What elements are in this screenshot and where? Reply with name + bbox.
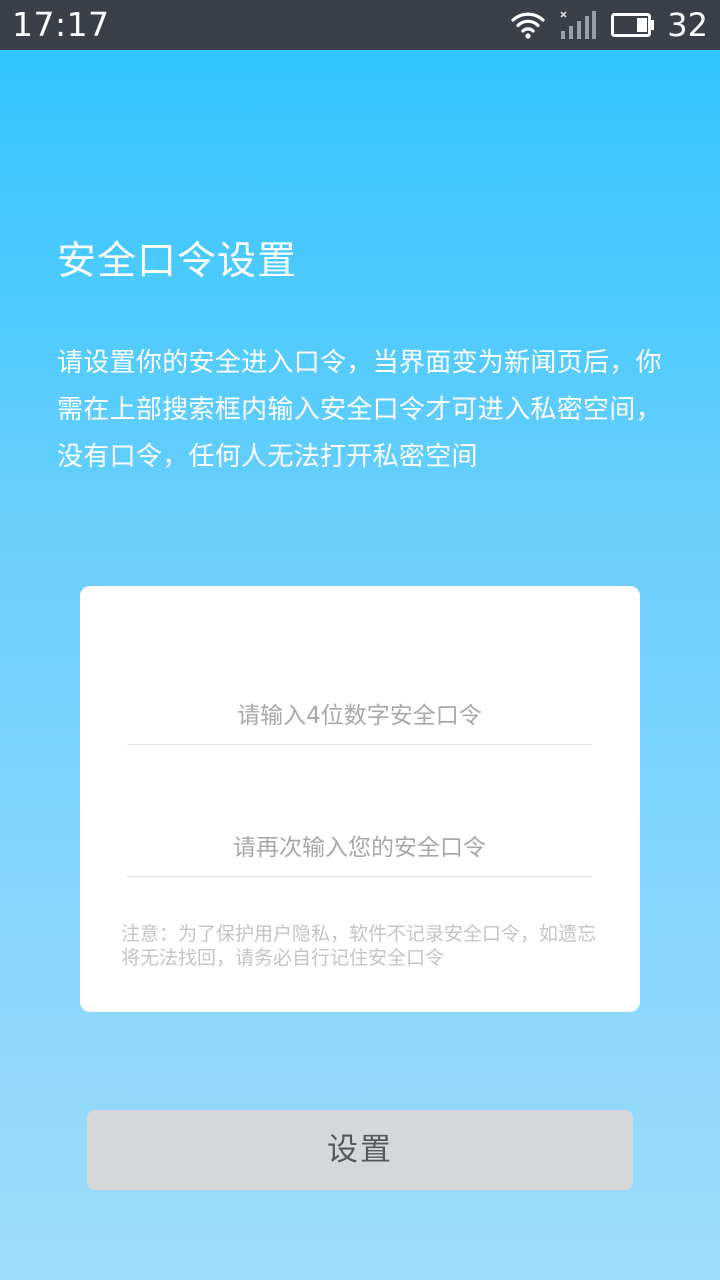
battery-level: 32 [667, 6, 708, 44]
battery-icon [611, 13, 655, 37]
password-field [127, 688, 592, 745]
page-description: 请设置你的安全进入口令，当界面变为新闻页后，你需在上部搜索框内输入安全口令才可进… [57, 348, 662, 472]
app-screen: 17:17 32 安全口令设置 请设置你的安全进入口令，当界面变为新闻页后，你需… [0, 0, 720, 1280]
password-input[interactable] [127, 688, 592, 744]
wifi-icon [511, 12, 545, 39]
confirm-password-input[interactable] [127, 820, 592, 876]
signal-icon [560, 11, 597, 39]
password-card: 注意：为了保护用户隐私，软件不记录安全口令，如遗忘将无法找回，请务必自行记住安全… [80, 586, 640, 1012]
page-title: 安全口令设置 [57, 239, 298, 284]
status-bar: 17:17 32 [0, 0, 720, 50]
confirm-password-field [127, 820, 592, 877]
submit-button[interactable]: 设置 [87, 1110, 633, 1190]
privacy-notice: 注意：为了保护用户隐私，软件不记录安全口令，如遗忘将无法找回，请务必自行记住安全… [121, 923, 597, 969]
status-icons: 32 [511, 0, 708, 50]
status-time: 17:17 [12, 5, 110, 44]
